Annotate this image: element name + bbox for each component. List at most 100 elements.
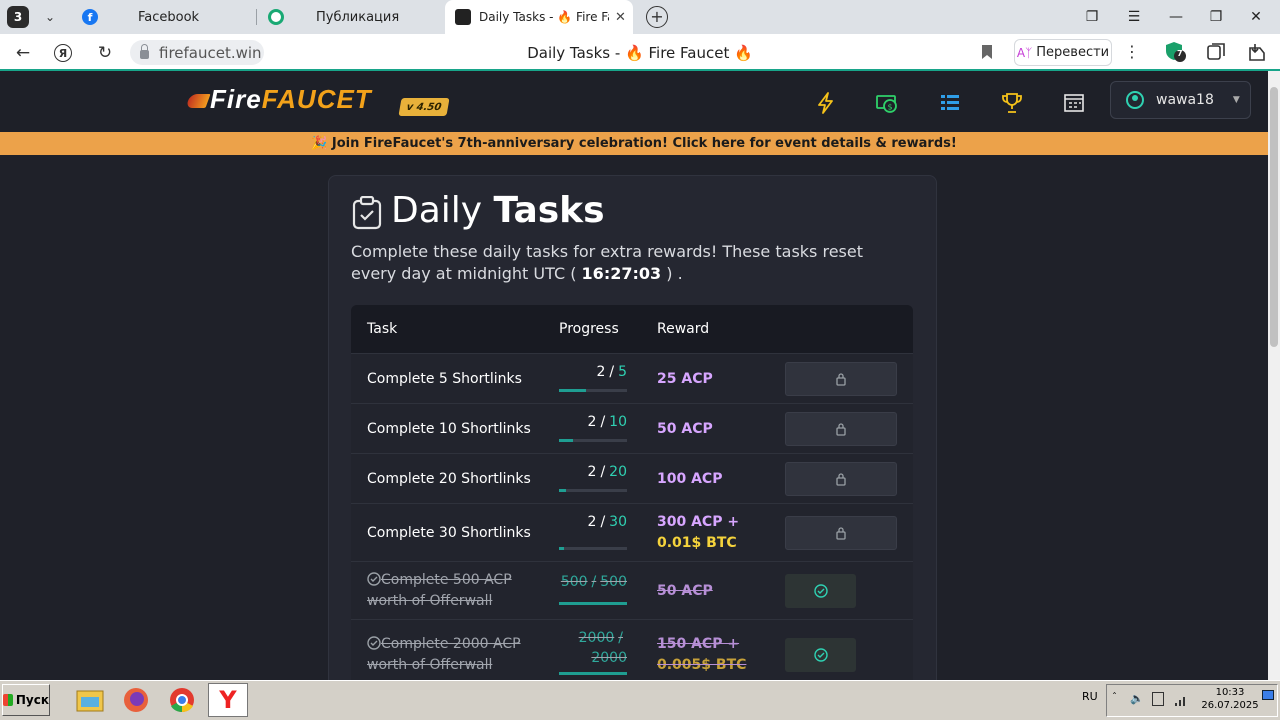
tab-facebook[interactable]: f Facebook — [80, 0, 250, 34]
close-tab-icon[interactable]: ✕ — [615, 10, 626, 25]
progress-current: 500 — [560, 574, 588, 590]
reward-cell: 50 ACP — [657, 404, 777, 454]
svg-text:$: $ — [888, 103, 893, 112]
signal-icon[interactable] — [1174, 692, 1188, 711]
page-scrollbar[interactable] — [1268, 71, 1280, 680]
tab-list-chevron-icon[interactable]: ⌄ — [38, 5, 62, 29]
reload-icon[interactable]: ↻ — [90, 38, 120, 68]
network-icon[interactable] — [1152, 692, 1164, 706]
progress-goal: 5 — [618, 364, 627, 380]
progress-goal: 500 — [600, 574, 627, 590]
progress-current: 2000 — [578, 630, 615, 646]
progress-current: 2 — [587, 464, 597, 480]
firefox-icon[interactable] — [116, 683, 156, 717]
progress-goal: 2000 — [591, 650, 627, 666]
translate-button[interactable]: Aᛉ Перевести — [1014, 39, 1112, 66]
menu-icon[interactable]: ☰ — [1114, 0, 1154, 34]
lock-icon — [836, 527, 846, 540]
protect-shield-icon[interactable]: 7 — [1164, 40, 1188, 64]
firefaucet-icon — [455, 9, 471, 25]
windows-logo-icon — [3, 694, 13, 706]
tab-daily-tasks[interactable]: Daily Tasks - 🔥 Fire Fau ✕ — [445, 0, 633, 34]
progress-bar-fill — [559, 389, 587, 392]
volume-icon[interactable]: 🔈 — [1130, 692, 1144, 705]
locked-claim-button[interactable] — [785, 516, 897, 550]
chevron-down-icon: ▼ — [1232, 95, 1240, 105]
clock-time: 10:33 — [1215, 687, 1245, 698]
restore-icon[interactable]: ❐ — [1196, 0, 1236, 34]
file-explorer-icon[interactable] — [70, 683, 110, 717]
chrome-icon[interactable] — [162, 683, 202, 717]
more-menu-icon[interactable]: ⋮ — [1124, 42, 1140, 62]
tab-title: Публикация — [316, 9, 400, 25]
yandex-browser-icon[interactable]: Y — [208, 683, 248, 717]
trophy-icon[interactable] — [1000, 91, 1024, 115]
tab-title: Facebook — [138, 9, 200, 25]
downloads-icon[interactable] — [1246, 42, 1268, 62]
progress-slash: / — [591, 574, 597, 590]
task-name-cell: Complete 500 ACP worth of Offerwall — [367, 562, 542, 620]
collections-icon[interactable] — [1206, 42, 1228, 62]
progress-text: 2/20 — [551, 462, 627, 482]
show-desktop-icon[interactable] — [1262, 690, 1274, 700]
check-circle-icon — [367, 572, 381, 588]
tasks-icon[interactable] — [938, 91, 962, 115]
progress-text: 2/5 — [551, 362, 627, 382]
reward-acp: 300 ACP + — [657, 514, 740, 530]
task-name: Complete 2000 ACP worth of Offerwall — [367, 636, 521, 673]
user-menu-button[interactable]: wawa18 ▼ — [1110, 81, 1251, 119]
anniversary-banner[interactable]: 🎉 Join FireFaucet's 7th-anniversary cele… — [0, 132, 1268, 155]
shield-badge: 7 — [1177, 49, 1183, 58]
table-row: Complete 500 ACP worth of Offerwall 500/5… — [351, 561, 913, 619]
language-indicator[interactable]: RU — [1082, 690, 1098, 703]
task-name-cell: Complete 20 Shortlinks — [367, 454, 542, 504]
site-logo[interactable]: FireFAUCET — [185, 84, 372, 115]
col-progress: Progress — [559, 321, 619, 337]
heading-bold: Tasks — [493, 190, 605, 231]
tasks-table: Task Progress Reward Complete 5 Shortlin… — [351, 305, 913, 695]
col-reward: Reward — [657, 321, 710, 337]
bookmarks-icon[interactable]: ❐ — [1072, 0, 1112, 34]
url-field[interactable]: firefaucet.win — [130, 40, 264, 65]
page-subtitle: Complete these daily tasks for extra rew… — [351, 241, 911, 285]
lock-icon — [836, 473, 846, 486]
tab-publication[interactable]: Публикация — [268, 0, 438, 34]
completed-button[interactable] — [785, 574, 856, 608]
bolt-icon[interactable] — [814, 91, 838, 115]
check-circle-icon — [813, 584, 828, 598]
clock[interactable]: 10:33 26.07.2025 — [1200, 686, 1260, 712]
tab-divider — [256, 9, 257, 25]
progress-bar — [559, 547, 627, 550]
tray-expand-icon[interactable]: ˆ — [1112, 692, 1117, 703]
locked-claim-button[interactable] — [785, 362, 897, 396]
scrollbar-thumb[interactable] — [1270, 87, 1278, 347]
money-icon[interactable]: $ — [876, 91, 900, 115]
tab-counter[interactable]: 3 — [7, 6, 29, 28]
back-arrow-icon[interactable]: ← — [8, 38, 38, 68]
locked-claim-button[interactable] — [785, 412, 897, 446]
close-window-icon[interactable]: ✕ — [1236, 0, 1276, 34]
progress-bar-fill — [559, 489, 566, 492]
locked-claim-button[interactable] — [785, 462, 897, 496]
version-badge: v 4.50 — [398, 98, 450, 116]
page-title-display: Daily Tasks - 🔥 Fire Faucet 🔥 — [527, 43, 753, 62]
start-button[interactable]: Пуск — [2, 684, 50, 716]
reward-acp: 50 ACP — [657, 420, 713, 437]
calendar-icon[interactable] — [1062, 91, 1086, 115]
progress-text: 2000/2000 — [551, 628, 627, 668]
progress-bar-fill — [559, 602, 627, 605]
table-row: Complete 30 Shortlinks 2/30 300 ACP + 0.01$… — [351, 503, 913, 561]
minimize-icon[interactable]: — — [1156, 0, 1196, 34]
translate-icon: Aᛉ — [1016, 45, 1033, 60]
table-header: Task Progress Reward — [351, 305, 913, 353]
progress-current: 2 — [596, 364, 606, 380]
progress-slash: / — [618, 630, 623, 646]
bookmark-icon[interactable] — [980, 44, 994, 60]
task-name: Complete 500 ACP worth of Offerwall — [367, 572, 512, 609]
yandex-icon[interactable]: Я — [48, 38, 78, 68]
new-tab-button[interactable]: + — [646, 6, 668, 28]
table-row: Complete 20 Shortlinks 2/20 100 ACP — [351, 453, 913, 503]
completed-button[interactable] — [785, 638, 856, 672]
task-name-cell: Complete 10 Shortlinks — [367, 404, 542, 454]
lock-icon — [140, 44, 149, 59]
